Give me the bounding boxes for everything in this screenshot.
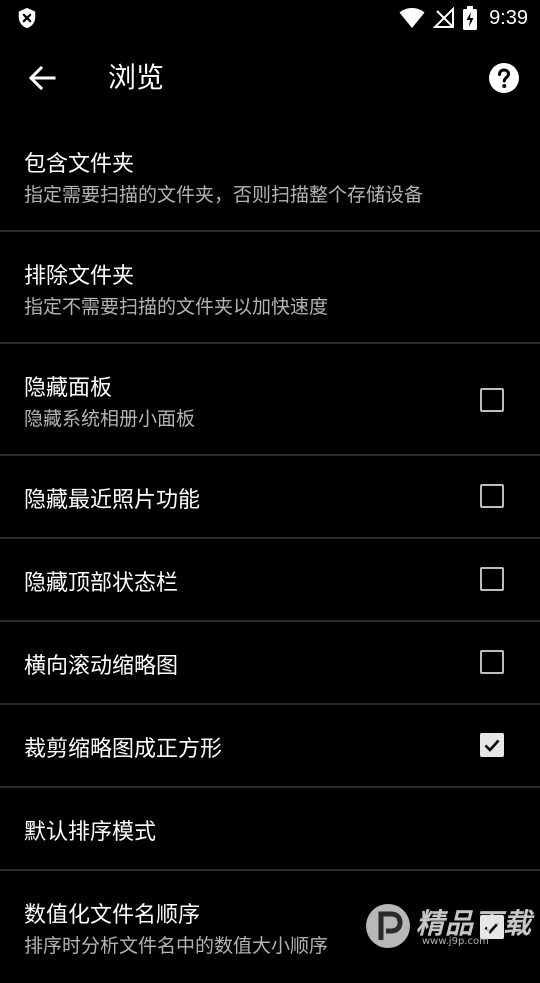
status-time: 9:39 xyxy=(489,6,528,29)
setting-hide-status-bar[interactable]: 隐藏顶部状态栏 xyxy=(0,539,540,622)
settings-list: 包含文件夹 指定需要扫描的文件夹，否则扫描整个存储设备 排除文件夹 指定不需要扫… xyxy=(0,120,540,983)
setting-title: 排除文件夹 xyxy=(24,264,135,289)
setting-subtitle: 指定需要扫描的文件夹，否则扫描整个存储设备 xyxy=(24,184,424,206)
battery-charging-icon xyxy=(463,6,478,30)
setting-title: 默认排序模式 xyxy=(24,820,157,845)
wifi-icon xyxy=(399,8,425,28)
setting-hide-recent-photos[interactable]: 隐藏最近照片功能 xyxy=(0,456,540,539)
crop-thumbnails-checkbox[interactable] xyxy=(480,733,504,757)
setting-subtitle: 隐藏系统相册小面板 xyxy=(24,408,196,430)
security-shield-icon xyxy=(18,7,36,29)
setting-title: 隐藏顶部状态栏 xyxy=(24,571,179,596)
setting-title: 横向滚动缩略图 xyxy=(24,654,179,679)
watermark: 精品下载 www.j9p.com xyxy=(364,898,534,954)
hide-recent-photos-checkbox[interactable] xyxy=(480,484,504,508)
hide-status-bar-checkbox[interactable] xyxy=(480,567,504,591)
hide-panel-checkbox[interactable] xyxy=(480,388,504,412)
setting-hide-panel[interactable]: 隐藏面板 隐藏系统相册小面板 xyxy=(0,344,540,456)
setting-title: 隐藏最近照片功能 xyxy=(24,488,201,513)
no-signal-icon xyxy=(433,7,455,28)
help-icon[interactable] xyxy=(488,62,520,94)
checkmark-icon xyxy=(484,739,500,752)
back-arrow-icon[interactable] xyxy=(24,60,60,96)
setting-crop-thumbnails-square[interactable]: 裁剪缩略图成正方形 xyxy=(0,705,540,788)
status-bar: 9:39 xyxy=(0,0,540,36)
app-toolbar: 浏览 xyxy=(0,36,540,120)
horizontal-scroll-checkbox[interactable] xyxy=(480,650,504,674)
setting-title: 隐藏面板 xyxy=(24,376,113,401)
setting-include-folders[interactable]: 包含文件夹 指定需要扫描的文件夹，否则扫描整个存储设备 xyxy=(0,120,540,232)
setting-default-sort-mode[interactable]: 默认排序模式 xyxy=(0,788,540,871)
setting-subtitle: 排序时分析文件名中的数值大小顺序 xyxy=(24,935,329,957)
watermark-url: www.j9p.com xyxy=(422,936,489,947)
setting-horizontal-scroll-thumbnails[interactable]: 横向滚动缩略图 xyxy=(0,622,540,705)
setting-title: 裁剪缩略图成正方形 xyxy=(24,737,223,762)
setting-title: 包含文件夹 xyxy=(24,152,135,177)
watermark-logo-icon xyxy=(366,904,410,948)
setting-exclude-folders[interactable]: 排除文件夹 指定不需要扫描的文件夹以加快速度 xyxy=(0,232,540,344)
page-title: 浏览 xyxy=(108,61,165,94)
setting-subtitle: 指定不需要扫描的文件夹以加快速度 xyxy=(24,296,329,318)
setting-title: 数值化文件名顺序 xyxy=(24,903,201,928)
